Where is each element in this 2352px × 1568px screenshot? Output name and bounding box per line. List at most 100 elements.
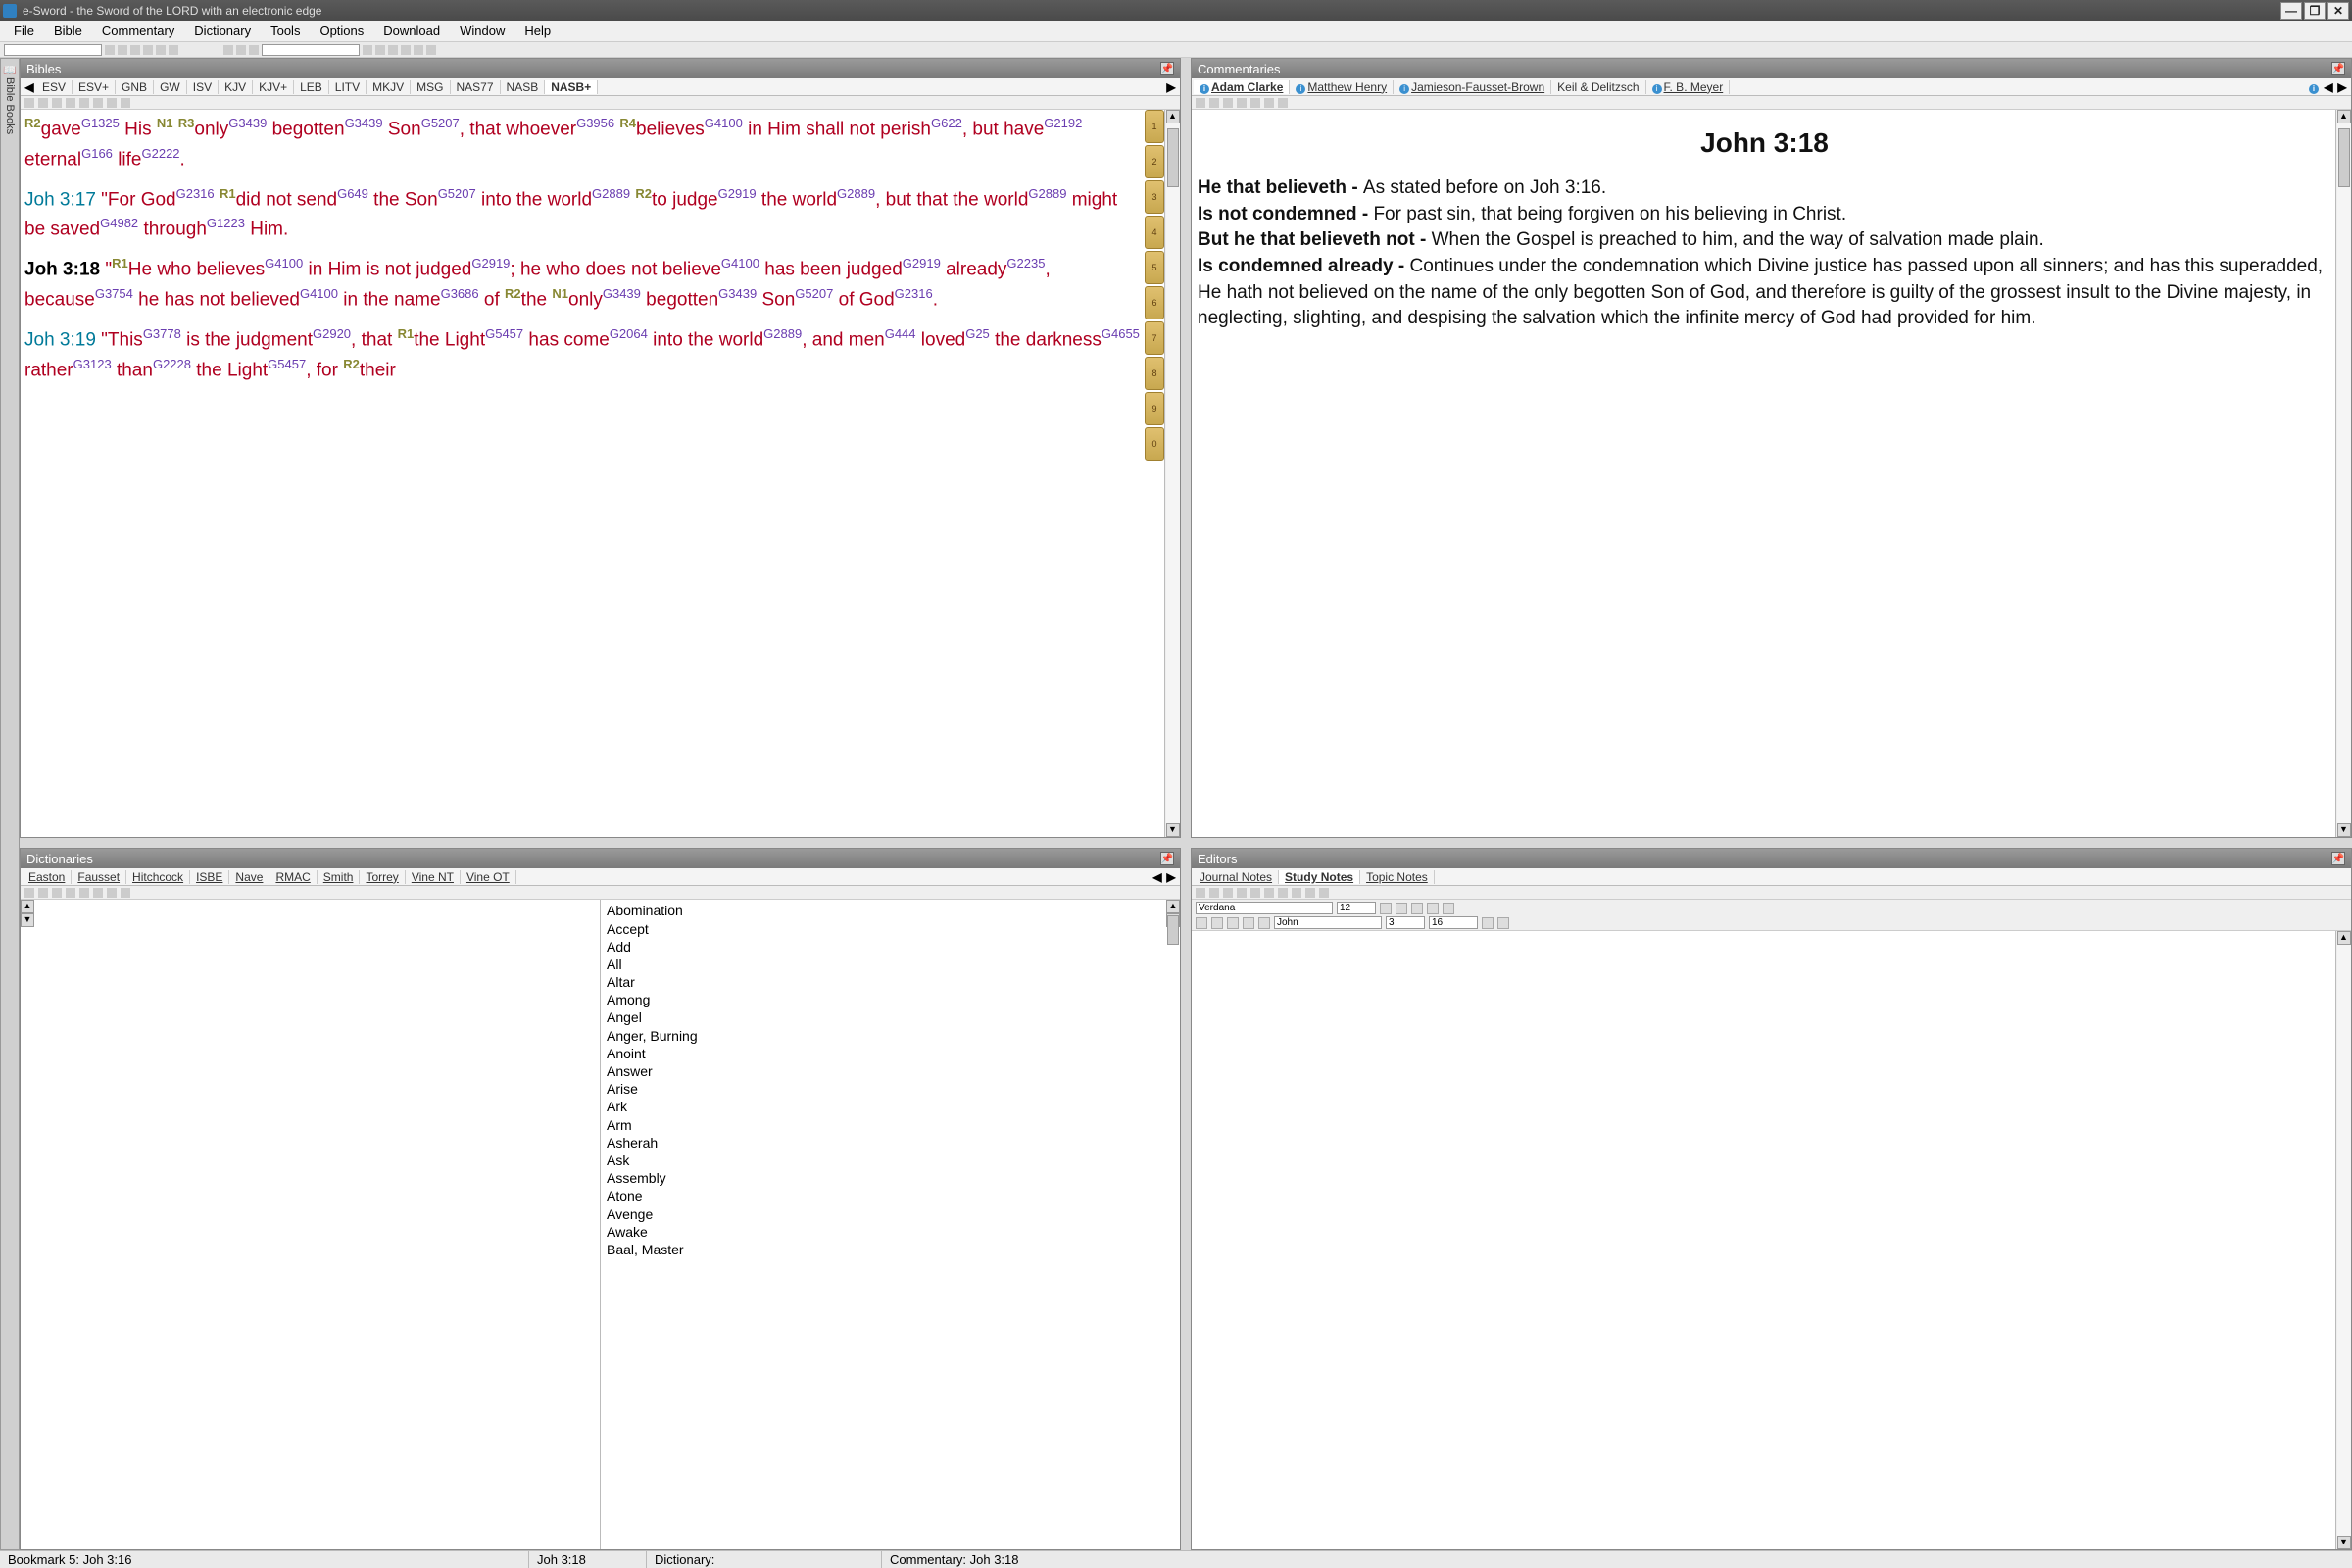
minimize-button[interactable]: — [2280, 2, 2302, 20]
mini-icon[interactable] [24, 98, 34, 108]
dictionary-entry[interactable]: Baal, Master [603, 1241, 1178, 1258]
footnote-marker[interactable]: R2 [24, 116, 41, 130]
bold-button[interactable] [1380, 903, 1392, 914]
dictionary-tab[interactable]: Nave [229, 870, 270, 884]
mini-icon[interactable] [93, 98, 103, 108]
nav-first-icon[interactable] [105, 45, 115, 55]
menu-options[interactable]: Options [310, 22, 373, 40]
mini-icon[interactable] [1250, 98, 1260, 108]
dictionary-tab[interactable]: Easton [23, 870, 72, 884]
bookmark-scroll-8[interactable]: 8 [1145, 357, 1164, 390]
bookmark-scroll-9[interactable]: 9 [1145, 392, 1164, 425]
layout-icon[interactable] [388, 45, 398, 55]
scroll-up-icon[interactable]: ▲ [21, 900, 34, 913]
dictionary-entry-list[interactable]: AbominationAcceptAddAllAltarAmongAngelAn… [601, 900, 1180, 1549]
pin-icon[interactable]: 📌 [1160, 62, 1174, 75]
commentary-tab[interactable]: Keil & Delitzsch [1551, 80, 1645, 94]
bible-books-sidebar-tab[interactable]: 📖 Bible Books [0, 58, 20, 1550]
commentary-tab[interactable]: iF. B. Meyer [1646, 80, 1731, 94]
commentary-scrollbar[interactable]: ▲ ▼ [2335, 110, 2351, 837]
layout-icon[interactable] [375, 45, 385, 55]
mini-icon[interactable] [1223, 98, 1233, 108]
strongs-number[interactable]: G2316 [895, 286, 933, 301]
mini-icon[interactable] [1196, 888, 1205, 898]
bible-tab-isv[interactable]: ISV [187, 80, 219, 94]
bookmark-scroll-7[interactable]: 7 [1145, 321, 1164, 355]
strongs-number[interactable]: G3123 [74, 357, 112, 371]
strongs-number[interactable]: G2222 [142, 146, 180, 161]
scroll-thumb[interactable] [1167, 915, 1179, 945]
strongs-number[interactable]: G1325 [81, 116, 120, 130]
footnote-marker[interactable]: R1 [220, 186, 236, 201]
commentary-tab[interactable]: iJamieson-Fausset-Brown [1394, 80, 1551, 94]
mini-icon[interactable] [1250, 888, 1260, 898]
mini-icon[interactable] [1278, 888, 1288, 898]
dictionary-tab[interactable]: Smith [318, 870, 361, 884]
bookmark-scroll-1[interactable]: 1 [1145, 110, 1164, 143]
strongs-number[interactable]: G3956 [576, 116, 614, 130]
strongs-number[interactable]: G3778 [143, 326, 181, 341]
mini-icon[interactable] [1209, 888, 1219, 898]
dictionary-entry[interactable]: Awake [603, 1223, 1178, 1241]
strongs-number[interactable]: G5457 [268, 357, 306, 371]
scroll-thumb[interactable] [2338, 128, 2350, 187]
layout-icon[interactable] [414, 45, 423, 55]
dictionary-entry[interactable]: Among [603, 991, 1178, 1008]
bookmark-scroll-3[interactable]: 3 [1145, 180, 1164, 214]
dictionary-tab[interactable]: Hitchcock [126, 870, 190, 884]
editor-tab[interactable]: Topic Notes [1360, 870, 1435, 884]
scroll-down-icon[interactable]: ▼ [21, 913, 34, 927]
dictionary-tab[interactable]: Torrey [360, 870, 405, 884]
bible-tab-kjvplus[interactable]: KJV+ [253, 80, 294, 94]
scroll-thumb[interactable] [1167, 128, 1179, 187]
menu-bible[interactable]: Bible [44, 22, 92, 40]
mini-icon[interactable] [1264, 98, 1274, 108]
menu-commentary[interactable]: Commentary [92, 22, 184, 40]
bible-tab-mkjv[interactable]: MKJV [367, 80, 411, 94]
fontsize-combo[interactable]: 12 [1337, 902, 1376, 914]
mini-icon[interactable] [107, 888, 117, 898]
mini-icon[interactable] [1319, 888, 1329, 898]
menu-file[interactable]: File [4, 22, 44, 40]
layout-icon[interactable] [363, 45, 372, 55]
footnote-marker[interactable]: N1 [157, 116, 173, 130]
dictionary-entry[interactable]: Assembly [603, 1169, 1178, 1187]
strongs-number[interactable]: G2889 [763, 326, 802, 341]
commentary-tab[interactable]: iMatthew Henry [1290, 80, 1394, 94]
strongs-number[interactable]: G2316 [176, 186, 215, 201]
editor-tab[interactable]: Study Notes [1279, 870, 1360, 884]
bible-tab-litv[interactable]: LITV [329, 80, 367, 94]
strongs-number[interactable]: G2228 [153, 357, 191, 371]
toolbar-icon[interactable] [236, 45, 246, 55]
strongs-number[interactable]: G5207 [421, 116, 460, 130]
editor-scrollbar[interactable]: ▲ ▼ [2335, 931, 2351, 1549]
nav-next-icon[interactable] [130, 45, 140, 55]
strongs-number[interactable]: G649 [337, 186, 368, 201]
strongs-number[interactable]: G2919 [718, 186, 757, 201]
verse-reference[interactable]: Joh 3:17 [24, 189, 101, 210]
bible-tab-kjv[interactable]: KJV [219, 80, 253, 94]
dictionary-entry[interactable]: Abomination [603, 902, 1178, 919]
bible-tab-esv[interactable]: ESV [36, 80, 73, 94]
bible-tab-gnb[interactable]: GNB [116, 80, 154, 94]
strongs-number[interactable]: G3754 [95, 286, 133, 301]
strongs-number[interactable]: G3439 [345, 116, 383, 130]
tab-info-icon[interactable]: i [2308, 80, 2322, 94]
strongs-number[interactable]: G2064 [610, 326, 648, 341]
layout-icon[interactable] [426, 45, 436, 55]
mini-icon[interactable] [107, 98, 117, 108]
bookmark-scroll-4[interactable]: 4 [1145, 216, 1164, 249]
mini-icon[interactable] [24, 888, 34, 898]
strongs-number[interactable]: G3439 [228, 116, 267, 130]
book-combo[interactable]: John [1274, 916, 1382, 929]
align-right-button[interactable] [1227, 917, 1239, 929]
dictionary-entry[interactable]: Atone [603, 1187, 1178, 1204]
editor-tab[interactable]: Journal Notes [1194, 870, 1279, 884]
strongs-number[interactable]: G2889 [1028, 186, 1066, 201]
bookmark-scroll-5[interactable]: 5 [1145, 251, 1164, 284]
strongs-number[interactable]: G2235 [1006, 256, 1045, 270]
strongs-number[interactable]: G4100 [300, 286, 338, 301]
dict-content-scrollbar[interactable]: ▲ ▼ [21, 900, 600, 927]
strongs-number[interactable]: G3439 [603, 286, 641, 301]
strongs-number[interactable]: G2889 [837, 186, 875, 201]
